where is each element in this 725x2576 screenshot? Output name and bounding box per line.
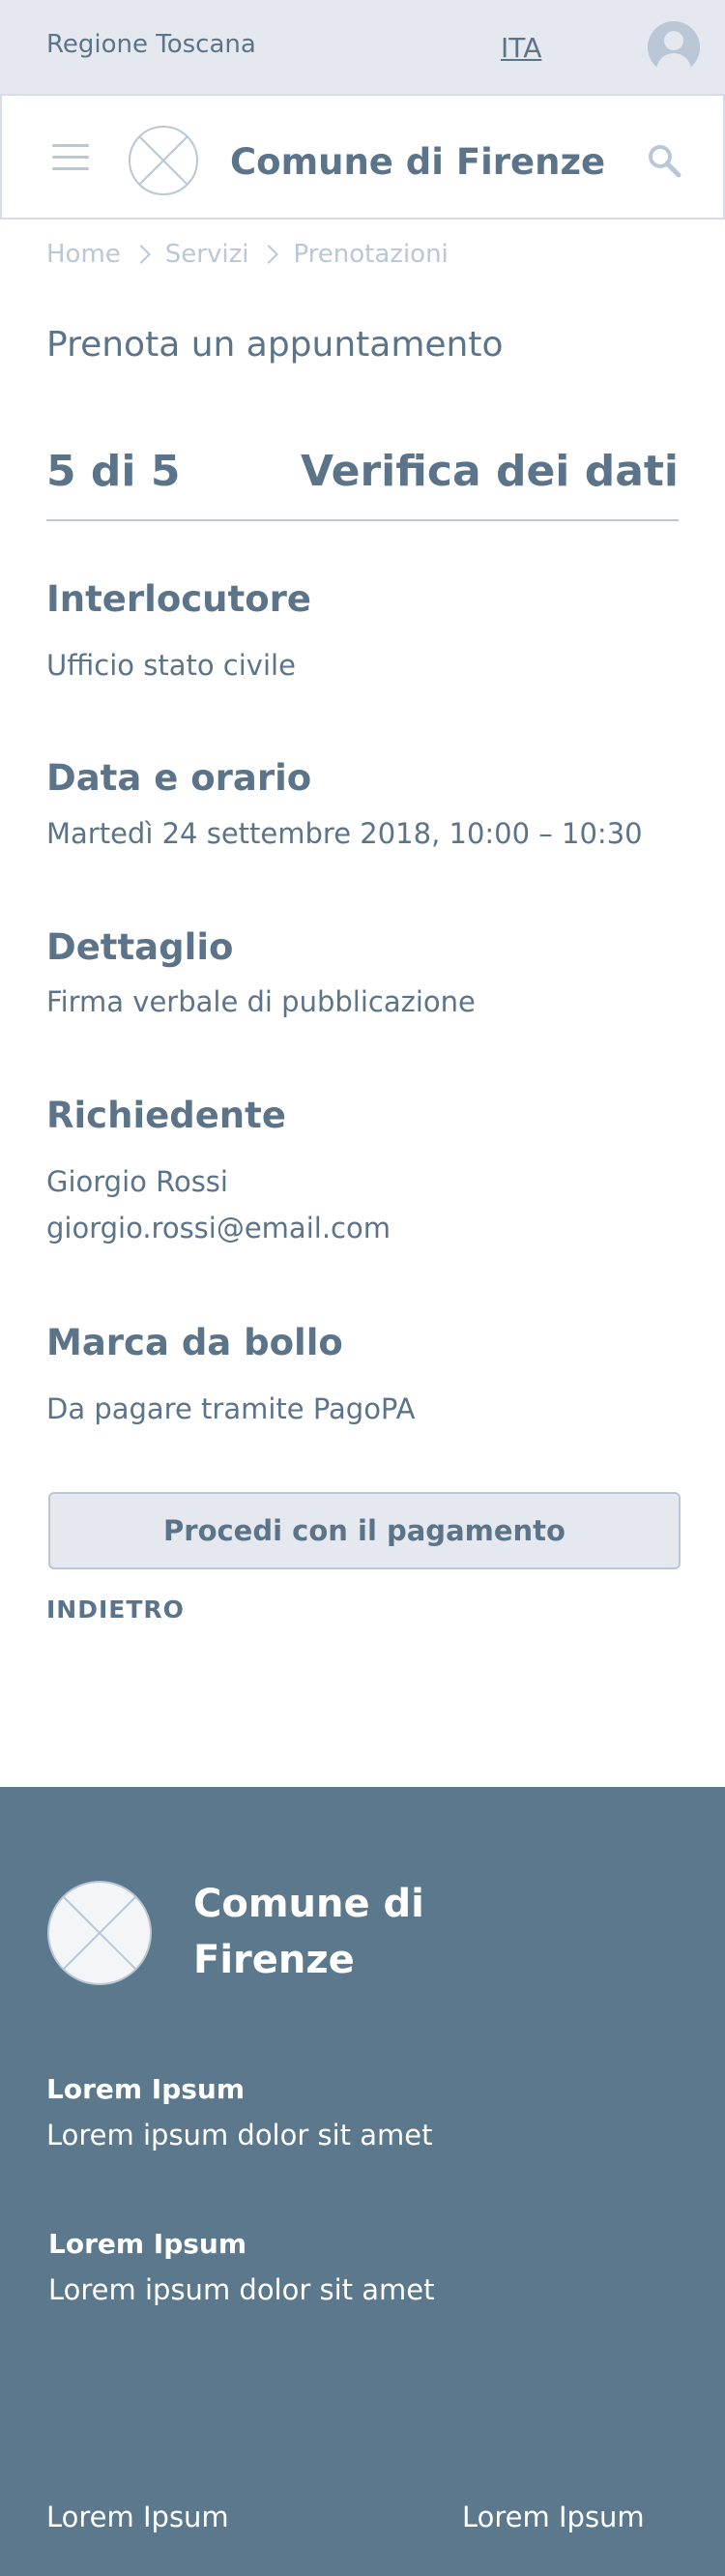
user-avatar-icon[interactable] [648,21,700,73]
header: Comune di Firenze [0,94,725,220]
footer-link[interactable]: Lorem Ipsum [46,2501,229,2533]
breadcrumb: Home Servizi Prenotazioni [46,240,449,269]
breadcrumb-item-home[interactable]: Home [46,240,121,269]
applicant-title: Richiedente [46,1095,286,1136]
search-icon[interactable] [646,142,682,179]
proceed-payment-button[interactable]: Procedi con il pagamento [48,1492,681,1569]
chevron-right-icon [130,245,151,264]
step-divider [46,519,679,521]
logo-placeholder-icon [129,126,198,195]
footer-block-text: Lorem ipsum dolor sit amet [46,2119,433,2152]
detail-value: Firma verbale di pubblicazione [46,985,476,1018]
page-title: Prenota un appuntamento [46,325,504,365]
region-name: Regione Toscana [46,30,256,59]
site-title[interactable]: Comune di Firenze [230,141,605,183]
step-title: Verifica dei dati [300,447,679,496]
applicant-email: giorgio.rossi@email.com [46,1212,391,1244]
footer-block-text: Lorem ipsum dolor sit amet [48,2273,435,2306]
stamp-value: Da pagare tramite PagoPA [46,1392,416,1425]
stamp-title: Marca da bollo [46,1322,343,1363]
interlocutor-title: Interlocutore [46,578,311,620]
breadcrumb-item-prenotazioni[interactable]: Prenotazioni [293,240,448,269]
footer: Comune di Firenze Lorem Ipsum Lorem ipsu… [0,1787,725,2576]
breadcrumb-item-servizi[interactable]: Servizi [165,240,249,269]
detail-title: Dettaglio [46,926,234,968]
datetime-value: Martedì 24 settembre 2018, 10:00 – 10:30 [46,817,643,850]
footer-link[interactable]: Lorem Ipsum [462,2501,645,2533]
footer-block-heading: Lorem Ipsum [46,2073,246,2105]
step-counter: 5 di 5 [46,447,181,496]
back-link[interactable]: INDIETRO [46,1595,185,1624]
hamburger-menu-icon[interactable] [52,144,89,171]
language-selector[interactable]: ITA [501,32,541,64]
footer-block-heading: Lorem Ipsum [48,2228,247,2260]
applicant-name: Giorgio Rossi [46,1165,228,1198]
datetime-title: Data e orario [46,757,312,799]
interlocutor-value: Ufficio stato civile [46,649,296,682]
footer-title: Comune di Firenze [193,1882,424,1982]
region-bar: Regione Toscana ITA [0,0,725,94]
chevron-right-icon [259,245,279,264]
footer-logo-placeholder-icon [47,1881,152,1985]
